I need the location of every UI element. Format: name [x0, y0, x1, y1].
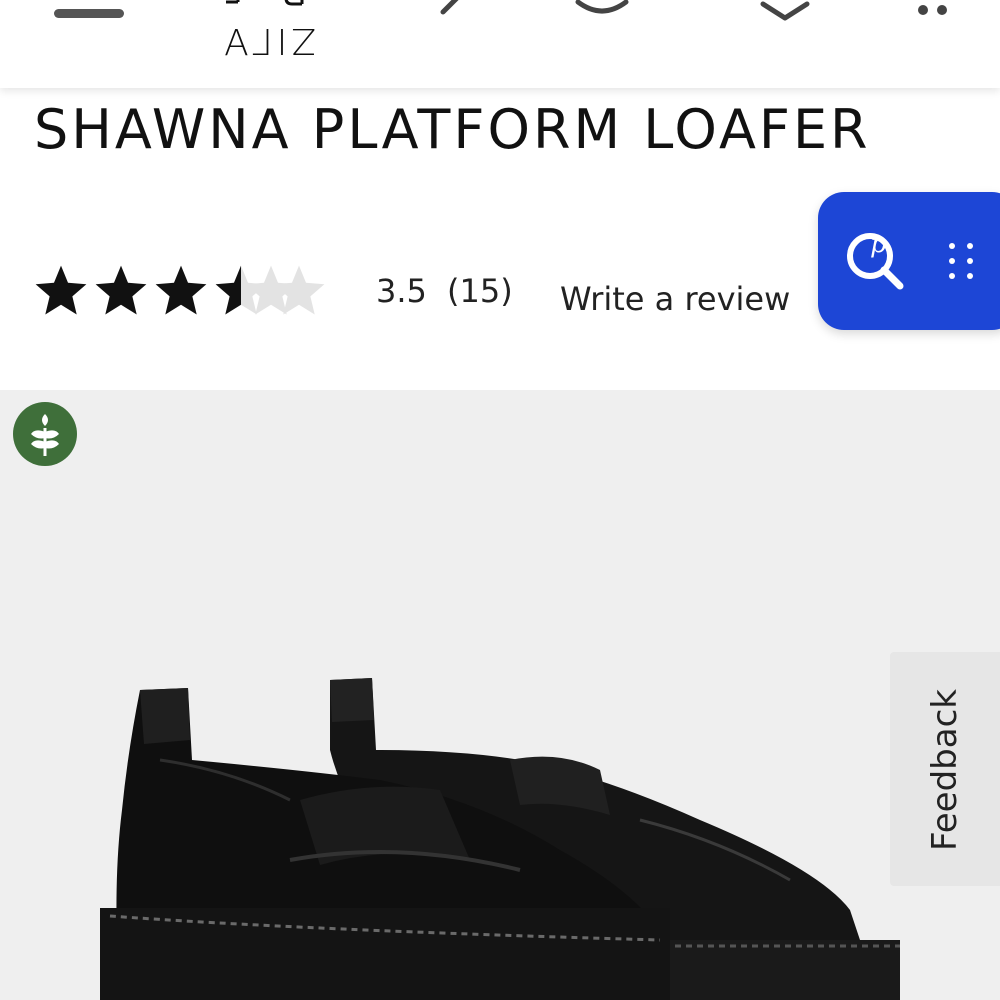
back-icon[interactable]: [425, 0, 475, 26]
account-icon[interactable]: [572, 0, 632, 26]
logo-word: ZIΓ∀: [220, 20, 316, 61]
loafer-shoes-image: [100, 678, 900, 1000]
star-icon-empty: [273, 265, 325, 315]
feedback-label[interactable]: Feedback: [925, 689, 965, 851]
visual-search-widget[interactable]: p: [818, 192, 1000, 330]
review-count[interactable]: (15): [447, 272, 513, 310]
eco-badge: [13, 402, 77, 466]
star-icon-filled: [35, 265, 87, 315]
visual-search-icon[interactable]: p: [840, 222, 912, 294]
star-rating[interactable]: [32, 262, 332, 322]
write-review-link[interactable]: Write a review: [560, 280, 790, 318]
menu-icon[interactable]: [54, 9, 124, 18]
star-icon-filled: [95, 265, 147, 315]
drag-handle-icon[interactable]: [946, 240, 976, 282]
wishlist-icon[interactable]: [755, 0, 815, 26]
eco-leaf-icon: [31, 414, 59, 456]
logo-top-letters: [226, 0, 304, 6]
svg-text:p: p: [870, 229, 887, 259]
more-icon[interactable]: [912, 0, 952, 20]
star-icon-filled: [155, 265, 207, 315]
top-header: ZIΓ∀: [0, 0, 1000, 88]
brand-logo[interactable]: ZIΓ∀: [216, 0, 316, 62]
product-title: SHAWNA PLATFORM LOAFER: [34, 98, 871, 161]
rating-value: 3.5: [376, 272, 427, 310]
